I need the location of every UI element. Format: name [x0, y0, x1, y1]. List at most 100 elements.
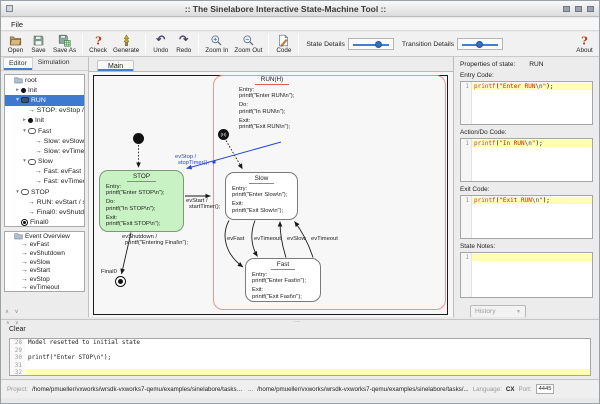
transition-label-final0[interactable]: Final0 [101, 269, 117, 275]
tree-item-fast[interactable]: ▾Fast [5, 126, 84, 136]
toolbar-button-open[interactable]: Open [4, 32, 27, 56]
tab-main[interactable]: Main [97, 60, 134, 71]
tree-expander-icon[interactable]: ▸ [21, 117, 28, 124]
tree-item-label: root [25, 77, 37, 84]
tree-item-slow-evslow[interactable]: →Slow: evSlow [5, 136, 84, 146]
toolbar-button-save[interactable]: Save [27, 32, 50, 56]
tree-item-evstart[interactable]: →evStart [5, 266, 84, 275]
model-tree[interactable]: root▸Init▾RUN→STOP: evStop / stop▸Init▾F… [4, 74, 85, 227]
code-editor-entry-code[interactable]: 1printf("Enter RUN\n"); [460, 81, 593, 125]
transition-label-evtimeout1[interactable]: evTimeout [254, 236, 281, 242]
tree-expander-icon[interactable]: ▾ [21, 128, 28, 135]
code-area[interactable]: printf("Enter RUN\n"); [472, 82, 592, 124]
toolbar-button-zoom-in[interactable]: Zoom In [202, 32, 231, 56]
notes-line[interactable] [472, 254, 592, 261]
tree-item-evtimeout[interactable]: →evTimeout [5, 284, 84, 292]
slider-thumb[interactable] [375, 41, 382, 48]
maximize-button[interactable] [575, 6, 582, 12]
action-group: Exit:printf("Exit Slow\n"); [232, 201, 297, 214]
tree-item-root[interactable]: root [5, 75, 84, 85]
zoom-in-icon [209, 33, 224, 47]
state-slow[interactable]: SlowEntry:printf("Enter Slow\n");Exit:pr… [225, 172, 298, 220]
code-editor-action-do-code[interactable]: 1printf("In RUN\n"); [460, 138, 593, 182]
tab-editor[interactable]: Editor [3, 57, 33, 70]
toolbar-button-check[interactable]: ?Check [86, 32, 110, 56]
tree-item-init[interactable]: ▸Init [5, 85, 84, 95]
tree-item-fast-evfast[interactable]: →Fast: evFast [5, 167, 84, 177]
transition-label-line: evFast [227, 236, 244, 242]
tree-item-run-evstart-start[interactable]: →RUN: evStart / start [5, 197, 84, 207]
transition-details-slider[interactable] [457, 38, 503, 50]
clear-button[interactable]: Clear [9, 326, 26, 333]
tree-expander-icon[interactable]: ▾ [21, 158, 28, 165]
tree-item-evfast[interactable]: →evFast [5, 241, 84, 250]
tree-item-final0[interactable]: Final0 [5, 218, 84, 227]
code-line[interactable]: printf("In RUN\n"); [472, 140, 592, 147]
tree-item-init[interactable]: ▸Init [5, 116, 84, 126]
tab-simulation[interactable]: Simulation [33, 57, 75, 70]
transition-label-evshutdown[interactable]: evShutdown /printf("Entering Final\n"); [122, 234, 188, 246]
splitter-collapse-icons[interactable]: ∧ ∨ [5, 309, 21, 315]
tree-expander-icon[interactable]: ▸ [14, 87, 21, 94]
state-icon [28, 128, 36, 134]
code-area[interactable]: printf("In RUN\n"); [472, 139, 592, 181]
transition-label-evstart[interactable]: evStart /startTimer(); [186, 198, 220, 210]
toolbar-button-zoom-out[interactable]: Zoom Out [231, 32, 265, 56]
toolbar-button-about[interactable]: ? About [573, 32, 596, 56]
console-output[interactable]: 28Model resetted to initial state2930pri… [9, 338, 591, 376]
code-editor-exit-code[interactable]: 1printf("Exit RUN\n"); [460, 195, 593, 239]
transition-arrow-icon: → [21, 267, 28, 274]
tree-item-evslow[interactable]: →evSlow [5, 258, 84, 267]
state-details-slider[interactable] [348, 38, 394, 50]
state-stop[interactable]: STOPEntry:printf("Enter STOP\n");Do:prin… [99, 170, 184, 232]
splitter-handle[interactable]: ... [294, 317, 300, 324]
event-overview-tree[interactable]: Event Overview→evFast→evShutdown→evSlow→… [4, 231, 85, 292]
tree-item-stop-evstop-stop[interactable]: →STOP: evStop / stop [5, 106, 84, 116]
transition-label-evtimeout2[interactable]: evTimeout [311, 236, 338, 242]
tree-item-event-overview[interactable]: Event Overview [5, 232, 84, 241]
transition-label-evstop[interactable]: evStop /stopTimer(); [175, 154, 209, 166]
tree-expander-icon[interactable]: ▾ [14, 97, 21, 104]
state-icon [28, 159, 36, 165]
code-line[interactable]: printf("Enter RUN\n"); [472, 83, 592, 90]
initial-state-dot[interactable] [133, 133, 144, 144]
properties-header: Properties of state: RUN [460, 61, 593, 68]
toolbar-button-generate[interactable]: Generate [110, 32, 142, 56]
tree-item-label: RUN: evStart / start [37, 199, 84, 206]
history-state-dot[interactable]: (H) [218, 129, 229, 140]
tree-item-evshutdown[interactable]: →evShutdown [5, 249, 84, 258]
port-input[interactable]: 4445 [536, 384, 555, 394]
state-fast[interactable]: FastEntry:printf("Enter Fast\n");Exit:pr… [245, 258, 321, 302]
tree-item-run[interactable]: ▾RUN [5, 95, 84, 105]
state-notes-editor[interactable]: 1 [460, 252, 593, 298]
chevron-down-icon: ▼ [516, 309, 521, 315]
code-area[interactable]: printf("Exit RUN\n"); [472, 196, 592, 238]
final-state-marker[interactable] [115, 276, 126, 287]
toolbar-button-undo[interactable]: ↶Undo [149, 32, 172, 56]
state-title: Slow [226, 173, 297, 184]
history-dropdown-label: History [475, 308, 496, 315]
toolbar-button-redo[interactable]: ↷Redo [172, 32, 195, 56]
tree-expander-icon[interactable]: ▾ [14, 189, 21, 196]
tree-item-stop[interactable]: ▾STOP [5, 187, 84, 197]
toolbar-button-save-as[interactable]: Save As [50, 32, 79, 56]
diagram-canvas[interactable]: (H) RUN(H)Entry:printf("Enter RUN\n");Do… [89, 72, 453, 317]
toolbar-button-code[interactable]: Code [272, 32, 295, 56]
tree-item-fast-evtimeout[interactable]: →Fast: evTimeout [5, 177, 84, 187]
minimize-button[interactable] [563, 6, 570, 12]
transition-label-evfast[interactable]: evFast [227, 236, 244, 242]
tree-item-label: evTimeout [30, 284, 60, 291]
initial-state-icon [28, 118, 33, 123]
history-dropdown[interactable]: History ▼ [470, 305, 526, 317]
tree-item-evstop[interactable]: →evStop [5, 275, 84, 284]
titlebar: :: The Sinelabore Interactive State-Mach… [1, 1, 599, 17]
tree-item-slow[interactable]: ▾Slow [5, 157, 84, 167]
tree-item-final0-evshutdown[interactable]: →Final0: evShutdown [5, 207, 84, 217]
notes-code-area[interactable] [472, 253, 592, 297]
tree-item-slow-evtimeout[interactable]: →Slow: evTimeout [5, 146, 84, 156]
close-button[interactable] [587, 6, 594, 12]
menu-file[interactable]: File [8, 20, 26, 29]
transition-label-evslow[interactable]: evSlow [287, 236, 306, 242]
code-line[interactable]: printf("Exit RUN\n"); [472, 197, 592, 204]
slider-thumb[interactable] [476, 41, 483, 48]
